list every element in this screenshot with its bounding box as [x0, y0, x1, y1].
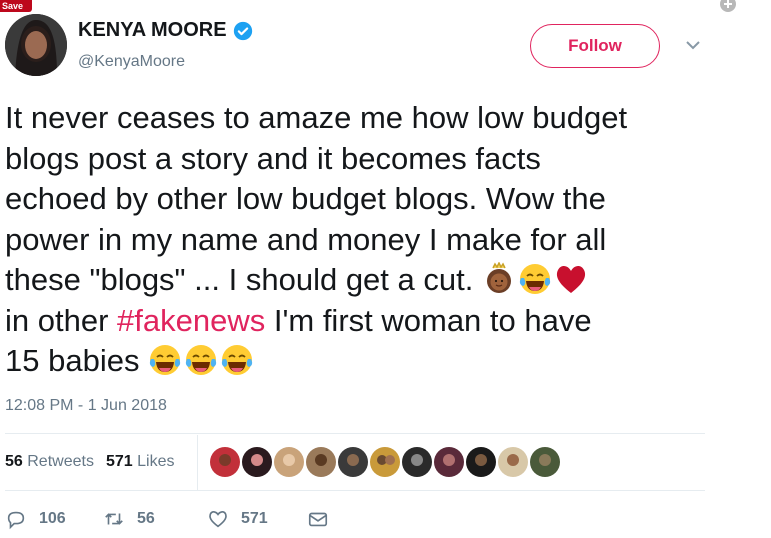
likers-avatars	[210, 447, 562, 477]
display-name[interactable]: KENYA MOORE	[78, 19, 227, 42]
liker-avatar[interactable]	[402, 447, 432, 477]
avatar[interactable]	[5, 14, 67, 76]
retweet-button[interactable]: 56	[103, 508, 207, 530]
tweet-line: these "blogs" ... I should get a cut.	[5, 262, 474, 297]
like-count: 571	[241, 510, 268, 527]
liker-avatar[interactable]	[274, 447, 304, 477]
hashtag-link[interactable]: #fakenews	[117, 303, 265, 338]
retweet-icon	[105, 513, 123, 525]
tweet-text: It never ceases to amaze me how low budg…	[5, 98, 705, 382]
liker-avatar[interactable]	[530, 447, 560, 477]
divider	[5, 490, 705, 491]
reply-button[interactable]: 106	[5, 508, 103, 530]
tweet-line: echoed by other low budget blogs. Wow th…	[5, 181, 606, 216]
tweet-timestamp[interactable]: 12:08 PM - 1 Jun 2018	[5, 397, 167, 415]
like-button[interactable]: 571	[207, 508, 307, 530]
likes-count: 571	[105, 453, 133, 470]
tears-of-joy-emoji-icon	[149, 345, 181, 375]
likes-label: Likes	[137, 453, 175, 470]
direct-message-button[interactable]	[307, 508, 341, 530]
heart-icon	[209, 511, 227, 528]
tweet-line: It never ceases to amaze me how low budg…	[5, 100, 628, 135]
tweet-line: in other	[5, 302, 118, 338]
tweet-line: power in my name and money I make for al…	[5, 221, 607, 257]
retweets-count: 56	[5, 453, 23, 470]
tears-of-joy-emoji-icon	[519, 264, 551, 294]
follow-button[interactable]: Follow	[530, 24, 660, 68]
tears-of-joy-emoji-icon	[185, 345, 217, 375]
divider	[5, 433, 705, 434]
reply-icon	[7, 511, 25, 530]
retweet-count: 56	[137, 510, 155, 527]
liker-avatar[interactable]	[434, 447, 464, 477]
save-badge[interactable]: Save	[0, 0, 32, 12]
tweet-actions: 106 56 571	[5, 508, 341, 530]
retweets-label: Retweets	[27, 453, 94, 470]
retweets-stat[interactable]: 56 Retweets	[5, 453, 94, 471]
tweet-line: blogs post a story and it becomes facts	[5, 140, 541, 176]
tweet-line: I'm first woman to have	[265, 302, 592, 338]
liker-avatar[interactable]	[306, 447, 336, 477]
likes-stat[interactable]: 571 Likes	[106, 453, 175, 471]
princess-emoji-icon	[486, 262, 511, 293]
liker-avatar[interactable]	[466, 447, 496, 477]
verified-badge-icon	[233, 21, 252, 40]
add-circle-icon[interactable]	[719, 0, 737, 14]
tweet-line: 15 babies	[5, 343, 140, 378]
liker-avatar[interactable]	[338, 447, 368, 477]
red-heart-emoji-icon	[556, 265, 586, 293]
chevron-down-icon[interactable]	[684, 38, 702, 52]
liker-avatar[interactable]	[370, 447, 400, 477]
reply-count: 106	[39, 510, 66, 527]
liker-avatar[interactable]	[242, 447, 272, 477]
user-handle[interactable]: @KenyaMoore	[78, 53, 185, 71]
envelope-icon	[308, 512, 328, 527]
liker-avatar[interactable]	[210, 447, 240, 477]
divider	[197, 435, 198, 491]
tears-of-joy-emoji-icon	[221, 345, 253, 375]
tweet-stats: 56 Retweets 571 Likes	[5, 453, 186, 471]
liker-avatar[interactable]	[498, 447, 528, 477]
